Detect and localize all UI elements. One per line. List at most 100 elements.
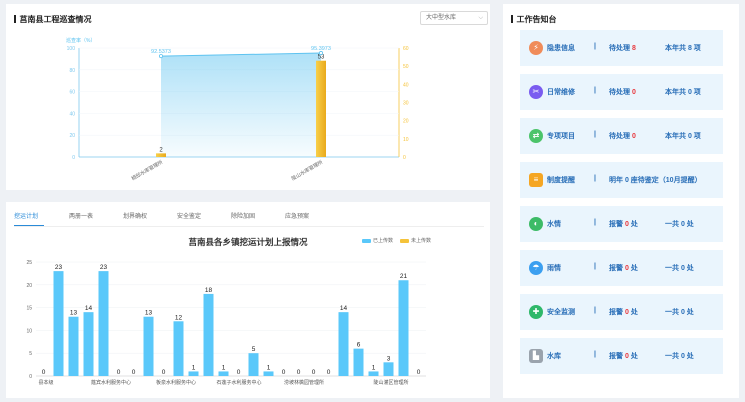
y-tick-label: 10	[26, 328, 32, 334]
x-tick-label: 石莲子水利服务中心	[216, 379, 261, 386]
x-tick-label: 相邸水库管理所	[130, 159, 164, 183]
uploaded-bar	[218, 371, 229, 376]
uploaded-bar	[83, 312, 94, 376]
inspection-bar	[316, 60, 326, 157]
bar-data-label: 0	[42, 369, 46, 376]
y-tick-right: 50	[403, 64, 409, 70]
document-icon: ≡	[529, 173, 543, 187]
bar-data-label: 1	[267, 364, 271, 371]
bar-data-label: 0	[297, 369, 301, 376]
bar-data-label: 14	[340, 305, 348, 312]
notice-card-status-label: 待处理	[609, 45, 630, 52]
y-tick-left: 100	[67, 46, 76, 52]
wrench-icon: ✂	[529, 85, 543, 99]
notice-card-name: 水库	[547, 353, 561, 360]
y-tick-right: 0	[403, 155, 406, 161]
y-tick-label: 25	[26, 260, 32, 266]
rain-icon: ☂	[529, 261, 543, 275]
y-tick-label: 15	[26, 306, 32, 312]
notice-card-total: 一共 0 处	[665, 265, 694, 272]
bar-data-label: 0	[117, 369, 121, 376]
bar-data-label: 0	[237, 369, 241, 376]
uploaded-bar	[173, 321, 184, 376]
notice-card[interactable]: ≡ 制度提醒 | 明年 0 座待鉴定（10月提醒）	[520, 162, 723, 198]
notice-card-total: 一共 0 处	[665, 221, 694, 228]
notice-card-count: 0	[624, 353, 629, 360]
notice-card-name: 隐患信息	[547, 45, 575, 52]
notice-card-status: 报警 0 处	[609, 263, 638, 273]
rate-area	[161, 53, 321, 157]
work-notice-title: 工作告知台	[511, 14, 557, 25]
bar-data-label: 1	[192, 364, 196, 371]
uploaded-bar	[203, 293, 214, 376]
notice-card[interactable]: ☂ 雨情 | 报警 0 处 一共 0 处	[520, 250, 723, 286]
bar-data-label: 21	[400, 273, 408, 280]
bar-data-label: 0	[282, 369, 286, 376]
bar-data-label: 3	[387, 355, 391, 362]
y-axis-left-label: 巡查率（%）	[66, 37, 95, 44]
notice-card-separator: |	[594, 219, 596, 226]
x-tick-label: 板泉水利服务中心	[156, 379, 196, 386]
notice-card-count: 0	[624, 309, 629, 316]
notice-card-status-label: 报警	[609, 309, 623, 316]
notice-card-total: 一共 0 处	[665, 353, 694, 360]
uploaded-bar	[68, 316, 79, 376]
y-tick-right: 20	[403, 119, 409, 125]
notice-card-name: 水情	[547, 221, 561, 228]
notice-card-unit: 处	[630, 265, 638, 272]
notice-card-status: 待处理 0	[609, 131, 636, 141]
notice-card[interactable]: ✚ 安全监测 | 报警 0 处 一共 0 处	[520, 294, 723, 330]
uploaded-bar	[338, 312, 349, 376]
notice-card[interactable]: ◐ 水情 | 报警 0 处 一共 0 处	[520, 206, 723, 242]
notice-card-count: 0	[624, 221, 629, 228]
uploaded-bar	[383, 362, 394, 376]
notice-card-status-label: 报警	[609, 353, 623, 360]
bar-data-label: 53	[318, 55, 325, 61]
notice-card-name: 制度提醒	[547, 177, 575, 184]
bar-data-label: 18	[205, 287, 213, 294]
bar-data-label: 12	[175, 314, 183, 321]
y-tick-label: 5	[29, 351, 32, 357]
notice-card-name: 安全监测	[547, 309, 575, 316]
notice-card-total: 一共 0 处	[665, 309, 694, 316]
notice-card-name: 雨情	[547, 265, 561, 272]
notice-card-total: 本年共 0 项	[665, 89, 701, 96]
y-tick-right: 60	[403, 46, 409, 52]
reservoir-icon: ▙	[529, 349, 543, 363]
bar-data-label: 6	[357, 342, 361, 349]
warning-icon: ⚡	[529, 41, 543, 55]
bar-data-label: 0	[417, 369, 421, 376]
uploaded-bar	[188, 371, 199, 376]
bar-data-label: 0	[132, 369, 136, 376]
notice-card-count: 0	[624, 265, 629, 272]
uploaded-bar	[398, 280, 409, 376]
y-tick-label: 0	[29, 374, 32, 380]
notice-card-status-label: 报警	[609, 265, 623, 272]
notice-card[interactable]: ▙ 水库 | 报警 0 处 一共 0 处	[520, 338, 723, 374]
y-tick-right: 40	[403, 82, 409, 88]
notice-card-separator: |	[594, 43, 596, 50]
notice-card-status: 报警 0 处	[609, 219, 638, 229]
uploaded-bar	[53, 271, 64, 376]
uploaded-bar	[368, 371, 379, 376]
bar-data-label: 1	[372, 364, 376, 371]
bar-data-label: 14	[85, 305, 93, 312]
notice-card-separator: |	[594, 263, 596, 270]
notice-card-separator: |	[594, 351, 596, 358]
uploaded-bar	[98, 271, 109, 376]
notice-card-status: 报警 0 处	[609, 351, 638, 361]
bar-data-label: 5	[252, 346, 256, 353]
notice-card-status: 待处理 8	[609, 43, 636, 53]
notice-card-status: 报警 0 处	[609, 307, 638, 317]
y-tick-right: 30	[403, 101, 409, 107]
dredging-chart: 05101520250231314230 01301211810510 0 0 0146…	[26, 260, 426, 386]
notice-card[interactable]: ✂ 日常维修 | 待处理 0 本年共 0 项	[520, 74, 723, 110]
notice-card-status: 明年 0 座待鉴定（10月提醒）	[609, 177, 702, 184]
uploaded-bar	[263, 371, 274, 376]
notice-card[interactable]: ⇄ 专项项目 | 待处理 0 本年共 0 项	[520, 118, 723, 154]
bar-data-label: 23	[100, 264, 108, 271]
bar-data-label: 0	[162, 369, 166, 376]
notice-card[interactable]: ⚡ 隐患信息 | 待处理 8 本年共 8 项	[520, 30, 723, 66]
rate-data-label: 95.3973	[311, 46, 331, 52]
inspection-panel: 莒南县工程巡查情况 大中型水库 ⌵ 0 20 40 60 80 100 巡查率（%） 0 10 2…	[6, 4, 490, 190]
